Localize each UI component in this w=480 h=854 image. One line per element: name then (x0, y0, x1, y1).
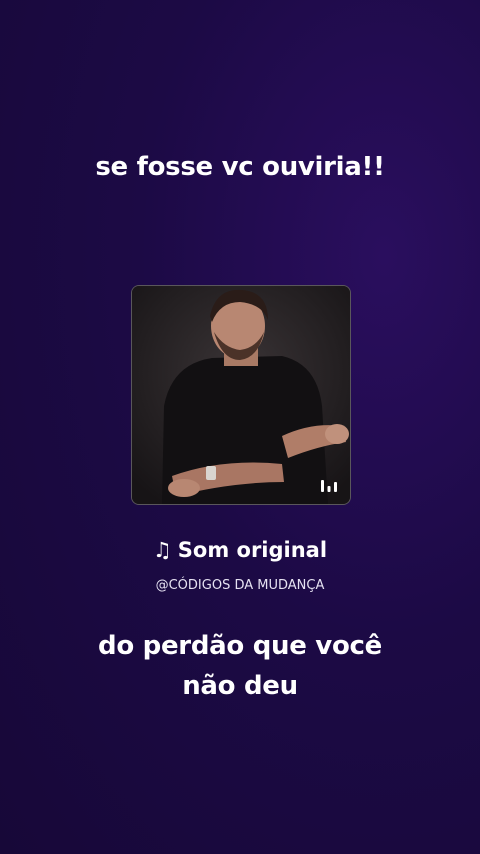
bottom-caption-line-1: do perdão que você (98, 631, 382, 661)
cover-photo (132, 286, 350, 504)
album-cover[interactable] (131, 285, 351, 505)
music-note-icon: ♫ (152, 538, 172, 562)
audio-wave-icon (321, 480, 337, 492)
bottom-caption: do perdão que você não deu (0, 626, 480, 706)
sound-title: Som original (177, 538, 328, 562)
sound-title-row[interactable]: ♫ Som original (0, 538, 480, 562)
top-caption: se fosse vc ouviria!! (95, 152, 385, 182)
bottom-caption-line-2: não deu (182, 671, 298, 701)
creator-handle[interactable]: @CÓDIGOS DA MUDANÇA (0, 578, 480, 593)
